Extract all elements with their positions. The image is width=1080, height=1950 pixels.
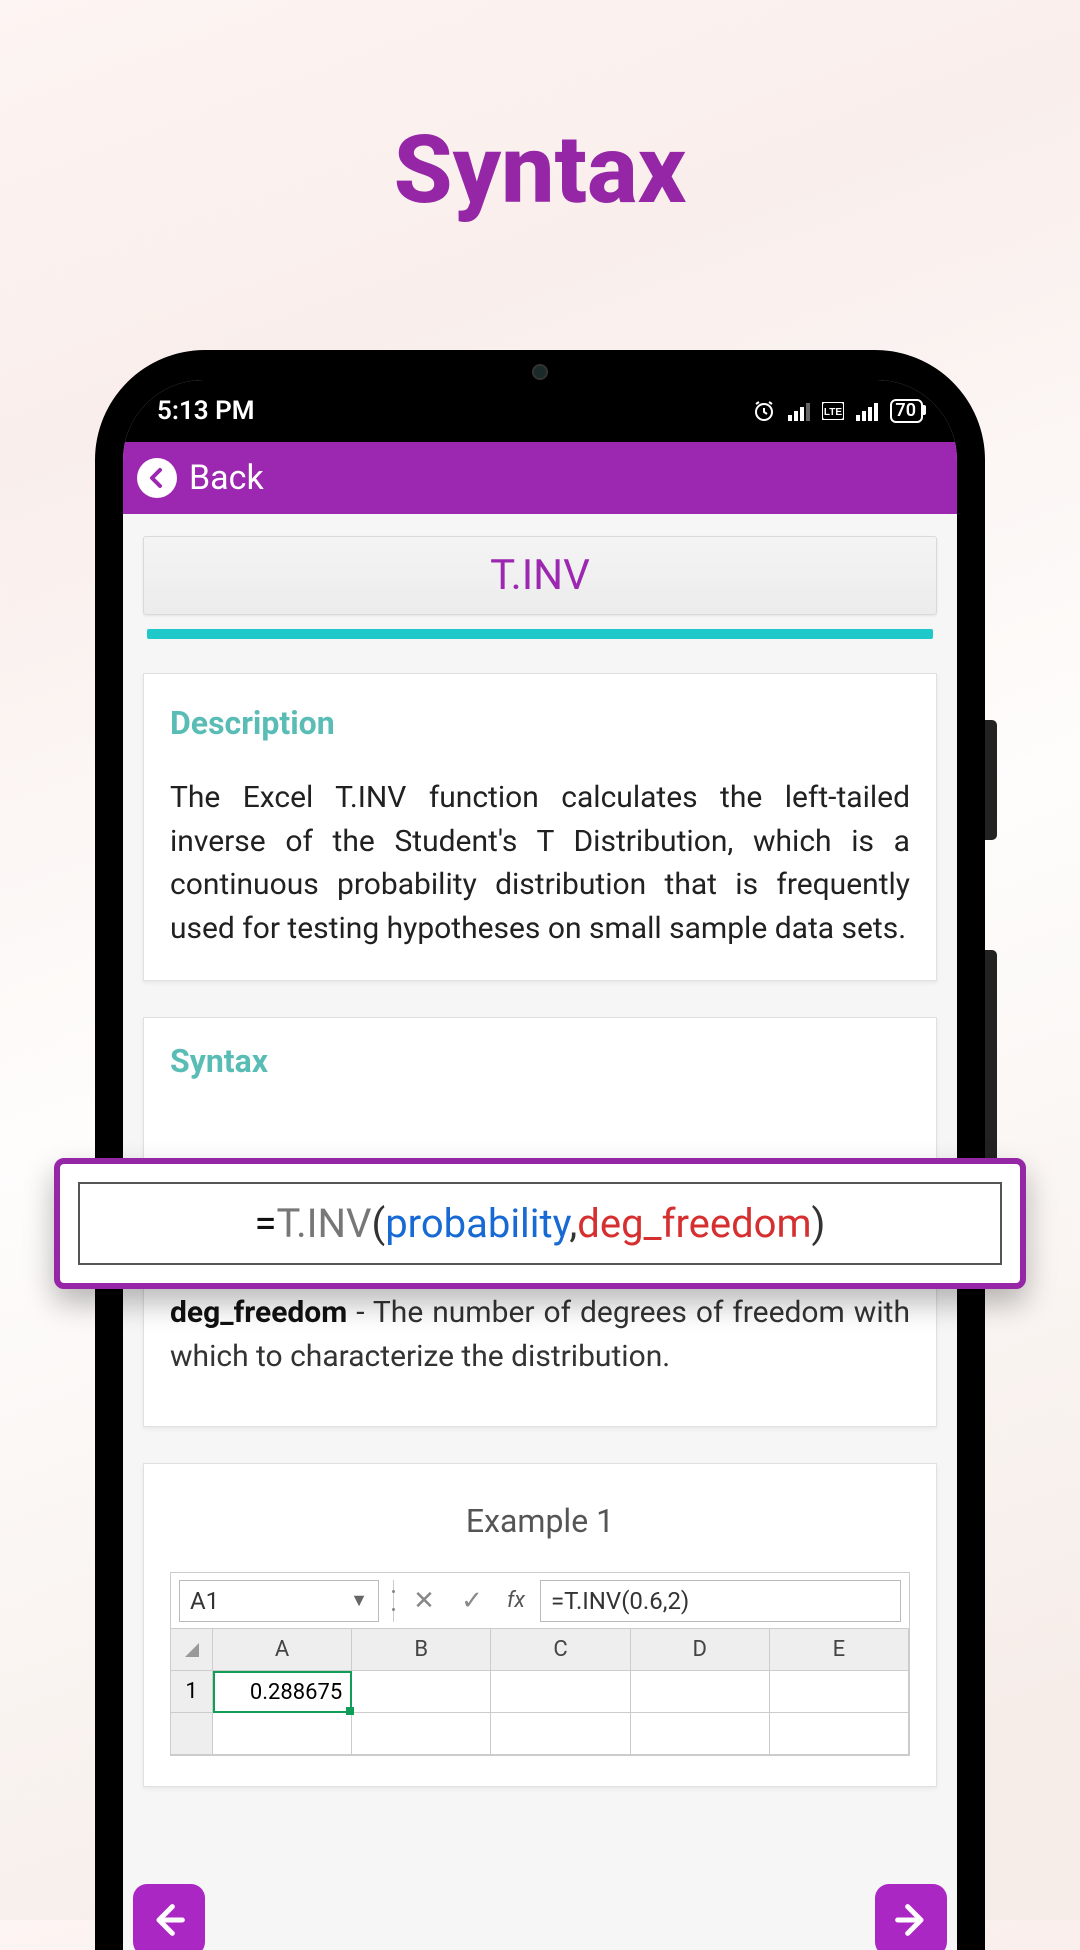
prev-button[interactable]	[133, 1884, 205, 1950]
dropdown-icon: ▼	[350, 1590, 368, 1611]
cancel-icon[interactable]: ✕	[400, 1586, 448, 1616]
col-header-d[interactable]: D	[631, 1629, 770, 1671]
formula-bar[interactable]: =T.INV(0.6,2)	[540, 1580, 901, 1622]
syntax-formula: =T.INV(probability,deg_freedom)	[78, 1182, 1002, 1265]
arrow-left-icon	[145, 466, 169, 490]
row-header-1[interactable]: 1	[171, 1671, 213, 1713]
col-header-c[interactable]: C	[491, 1629, 630, 1671]
col-header-e[interactable]: E	[770, 1629, 909, 1671]
divider-bar	[147, 629, 933, 639]
cell-b1[interactable]	[352, 1671, 491, 1713]
status-time: 5:13 PM	[157, 396, 255, 426]
cell-reference-box[interactable]: A1 ▼	[179, 1580, 379, 1622]
phone-notch	[390, 350, 690, 394]
syntax-callout: =T.INV(probability,deg_freedom)	[54, 1158, 1026, 1289]
syntax-label: Syntax	[170, 1042, 910, 1080]
lte-icon: LTE	[822, 402, 844, 420]
spreadsheet: A1 ▼ ✕ ✓ fx =T.INV(0.6,2) A	[170, 1572, 910, 1756]
row-header-2[interactable]	[171, 1713, 213, 1755]
cell-e2[interactable]	[770, 1713, 909, 1755]
page-title: Syntax	[0, 0, 1080, 226]
param-deg-freedom: deg_freedom - The number of degrees of f…	[170, 1291, 910, 1378]
select-all-corner[interactable]	[171, 1629, 213, 1671]
cell-c1[interactable]	[491, 1671, 630, 1713]
signal-icon	[788, 401, 810, 421]
col-header-a[interactable]: A	[213, 1629, 352, 1671]
cell-b2[interactable]	[352, 1713, 491, 1755]
svg-text:LTE: LTE	[824, 407, 842, 418]
sheet-toolbar: A1 ▼ ✕ ✓ fx =T.INV(0.6,2)	[171, 1573, 909, 1629]
example-card: Example 1 A1 ▼ ✕ ✓ fx =T.INV(0.6,2)	[143, 1463, 937, 1787]
description-label: Description	[170, 704, 910, 742]
back-button[interactable]	[137, 458, 177, 498]
col-header-b[interactable]: B	[352, 1629, 491, 1671]
cell-d1[interactable]	[631, 1671, 770, 1713]
cell-a1[interactable]: 0.288675	[213, 1671, 352, 1713]
alarm-icon	[752, 399, 776, 423]
phone-frame: 5:13 PM LTE 70 Back	[95, 350, 985, 1950]
signal-icon-2	[856, 401, 878, 421]
battery-icon: 70	[890, 399, 923, 423]
cell-a2[interactable]	[213, 1713, 352, 1755]
sheet-grid: A B C D E 1 0.288675	[171, 1629, 909, 1755]
cell-c2[interactable]	[491, 1713, 630, 1755]
back-label[interactable]: Back	[189, 458, 264, 498]
function-name-header: T.INV	[143, 536, 937, 615]
toolbar-separator	[393, 1580, 394, 1622]
next-button[interactable]	[875, 1884, 947, 1950]
check-icon[interactable]: ✓	[448, 1586, 496, 1616]
arrow-right-icon	[891, 1900, 931, 1940]
app-bar: Back	[123, 442, 957, 514]
arrow-left-icon	[149, 1900, 189, 1940]
cell-d2[interactable]	[631, 1713, 770, 1755]
example-label: Example 1	[170, 1502, 910, 1540]
description-card: Description The Excel T.INV function cal…	[143, 673, 937, 981]
fx-icon[interactable]: fx	[496, 1588, 536, 1613]
description-text: The Excel T.INV function calculates the …	[170, 776, 910, 950]
cell-e1[interactable]	[770, 1671, 909, 1713]
